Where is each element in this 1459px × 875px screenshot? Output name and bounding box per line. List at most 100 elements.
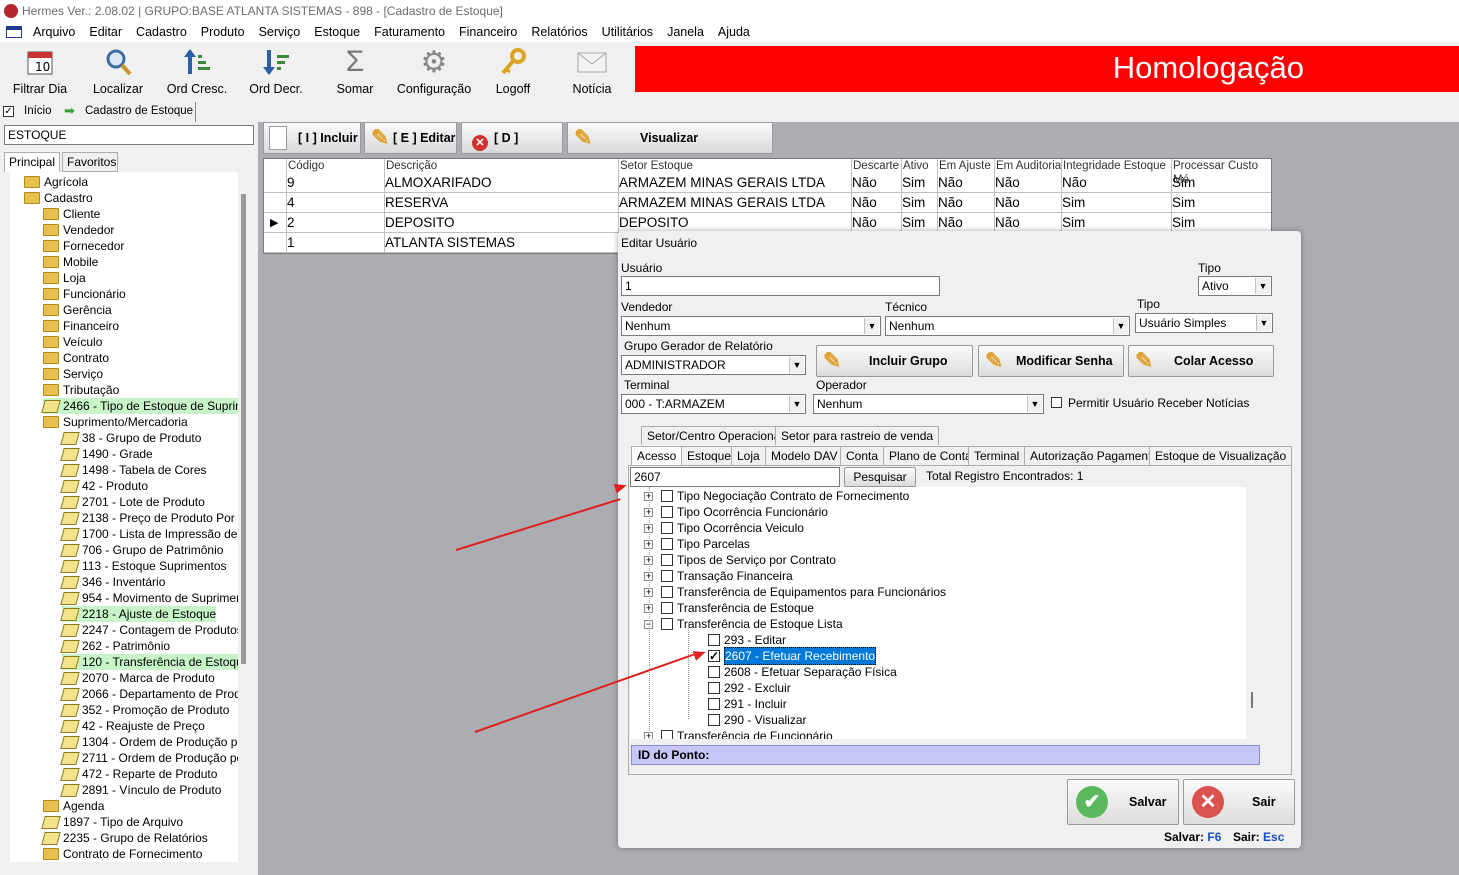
- permission-checkbox[interactable]: [661, 490, 673, 502]
- table-cell[interactable]: Sim: [1172, 173, 1195, 193]
- tree-item[interactable]: Serviço: [43, 366, 103, 382]
- permission-item[interactable]: 291 - Incluir: [708, 696, 787, 712]
- excluir-button[interactable]: ✕ [ D ] Excluir: [461, 122, 563, 175]
- tab-setor-centro[interactable]: Setor/Centro Operacional: [641, 426, 790, 445]
- permission-checkbox[interactable]: [661, 538, 673, 550]
- table-cell[interactable]: Não: [938, 173, 963, 193]
- tree-item[interactable]: 1700 - Lista de Impressão de Eti: [60, 526, 238, 542]
- table-cell[interactable]: DEPOSITO: [619, 213, 689, 233]
- tree-item[interactable]: 2070 - Marca de Produto: [60, 670, 215, 686]
- tree-item[interactable]: Veículo: [43, 334, 102, 350]
- column-header[interactable]: Em Ajuste: [939, 159, 991, 173]
- table-cell[interactable]: Não: [1062, 173, 1087, 193]
- tree-item[interactable]: Suprimento/Mercadoria: [43, 414, 188, 430]
- configuracao-button[interactable]: ⚙ Configuração: [394, 46, 474, 97]
- permission-checkbox[interactable]: [661, 602, 673, 614]
- permission-item[interactable]: − Transferência de Estoque Lista: [644, 616, 843, 632]
- permission-item[interactable]: 292 - Excluir: [708, 680, 791, 696]
- menu-relatorios[interactable]: Relatórios: [524, 25, 594, 39]
- table-cell[interactable]: 4: [287, 193, 295, 213]
- tree-item[interactable]: 2218 - Ajuste de Estoque: [60, 606, 217, 622]
- table-cell[interactable]: 9: [287, 173, 295, 193]
- permission-item[interactable]: 293 - Editar: [708, 632, 786, 648]
- tree-item[interactable]: Contrato: [43, 350, 109, 366]
- tipo-usuario-select[interactable]: Usuário Simples ▼: [1135, 313, 1273, 333]
- menu-editar[interactable]: Editar: [82, 25, 129, 39]
- tab-loja[interactable]: Loja: [731, 446, 766, 465]
- tree-item[interactable]: Mobile: [43, 254, 98, 270]
- tree-item[interactable]: 352 - Promoção de Produto: [60, 702, 229, 718]
- tree-item[interactable]: 2235 - Grupo de Relatórios: [41, 830, 208, 846]
- table-cell[interactable]: Não: [995, 213, 1020, 233]
- tab-cadastro-estoque[interactable]: ➡ Cadastro de Estoque: [56, 102, 196, 122]
- tree-item[interactable]: 472 - Reparte de Produto: [60, 766, 217, 782]
- tree-item[interactable]: 1498 - Tabela de Cores: [60, 462, 207, 478]
- tree-item[interactable]: 2711 - Ordem de Produção por l: [60, 750, 238, 766]
- permission-checkbox[interactable]: [708, 698, 720, 710]
- table-cell[interactable]: Não: [995, 173, 1020, 193]
- tree-item[interactable]: 2466 - Tipo de Estoque de Suprimer: [41, 398, 238, 414]
- table-cell[interactable]: Não: [938, 213, 963, 233]
- table-cell[interactable]: Sim: [902, 173, 925, 193]
- tree-item[interactable]: Funcionário: [43, 286, 126, 302]
- ord-cresc-button[interactable]: Ord Cresc.: [157, 46, 237, 96]
- column-header[interactable]: Código: [288, 159, 324, 173]
- editar-button[interactable]: ✎ [ E ] Editar: [364, 122, 457, 154]
- tab-modelo-dav[interactable]: Modelo DAV: [765, 446, 844, 465]
- column-header[interactable]: Em Auditoria: [996, 159, 1061, 173]
- menu-financeiro[interactable]: Financeiro: [452, 25, 524, 39]
- permission-item[interactable]: + Tipo Ocorrência Funcionário: [644, 504, 828, 520]
- permission-checkbox[interactable]: [708, 666, 720, 678]
- tecnico-select[interactable]: Nenhum ▼: [885, 316, 1130, 336]
- inicio-checkbox[interactable]: ✓: [3, 106, 14, 117]
- permission-checkbox[interactable]: [661, 618, 673, 630]
- table-cell[interactable]: ARMAZEM MINAS GERAIS LTDA: [619, 193, 825, 213]
- vendedor-select[interactable]: Nenhum ▼: [621, 316, 881, 336]
- permission-checkbox[interactable]: [661, 730, 673, 739]
- permission-checkbox[interactable]: [661, 586, 673, 598]
- salvar-button[interactable]: ✔ Salvar: [1067, 779, 1179, 825]
- menu-servico[interactable]: Serviço: [252, 25, 308, 39]
- tree-scrollbar[interactable]: [241, 194, 246, 664]
- tree-item[interactable]: Fornecedor: [43, 238, 124, 254]
- permission-item[interactable]: 2608 - Efetuar Separação Física: [708, 664, 897, 680]
- noticia-button[interactable]: Notícia: [552, 46, 632, 96]
- system-menu-icon[interactable]: [6, 26, 22, 38]
- usuario-field[interactable]: 1: [621, 276, 940, 296]
- tree-item[interactable]: 262 - Patrimônio: [60, 638, 170, 654]
- table-cell[interactable]: Sim: [1172, 213, 1195, 233]
- permission-item[interactable]: 290 - Visualizar: [708, 712, 807, 728]
- tree-item[interactable]: 346 - Inventário: [60, 574, 165, 590]
- tree-item[interactable]: 954 - Movimento de Suprimento:: [60, 590, 238, 606]
- table-cell[interactable]: ARMAZEM MINAS GERAIS LTDA: [619, 173, 825, 193]
- tree-item[interactable]: 2701 - Lote de Produto: [60, 494, 205, 510]
- table-cell[interactable]: Sim: [1062, 193, 1085, 213]
- menu-arquivo[interactable]: Arquivo: [26, 25, 82, 39]
- tree-item[interactable]: 42 - Reajuste de Preço: [60, 718, 205, 734]
- tab-autorizacao-pagamento[interactable]: Autorização Pagamento: [1024, 446, 1165, 465]
- permission-checkbox[interactable]: [661, 522, 673, 534]
- permission-item[interactable]: + Tipo Parcelas: [644, 536, 750, 552]
- acesso-search-input[interactable]: 2607: [630, 467, 840, 487]
- tree-item[interactable]: Contrato de Fornecimento: [43, 846, 202, 862]
- colar-acesso-button[interactable]: ✎ Colar Acesso: [1128, 345, 1274, 377]
- permission-item[interactable]: + Tipo Ocorrência Veiculo: [644, 520, 804, 536]
- table-cell[interactable]: Sim: [1062, 213, 1085, 233]
- tree-item[interactable]: 113 - Estoque Suprimentos: [60, 558, 227, 574]
- visualizar-button[interactable]: ✎ Visualizar: [567, 122, 773, 154]
- tree-item[interactable]: 2891 - Vínculo de Produto: [60, 782, 221, 798]
- menu-cadastro[interactable]: Cadastro: [129, 25, 194, 39]
- tab-plano-conta[interactable]: Plano de Conta: [883, 446, 978, 465]
- menu-produto[interactable]: Produto: [194, 25, 252, 39]
- tab-conta[interactable]: Conta: [840, 446, 885, 465]
- logoff-button[interactable]: Logoff: [473, 46, 553, 96]
- table-cell[interactable]: Sim: [1172, 193, 1195, 213]
- tree-item[interactable]: Cliente: [43, 206, 100, 222]
- table-cell[interactable]: DEPOSITO: [385, 213, 455, 233]
- grupo-select[interactable]: ADMINISTRADOR ▼: [621, 355, 806, 375]
- permission-item[interactable]: + Tipos de Serviço por Contrato: [644, 552, 836, 568]
- permission-item[interactable]: + Transferência de Estoque: [644, 600, 814, 616]
- table-cell[interactable]: Não: [852, 213, 877, 233]
- tree-item[interactable]: Agenda: [43, 798, 104, 814]
- pesquisar-button[interactable]: Pesquisar: [844, 467, 916, 487]
